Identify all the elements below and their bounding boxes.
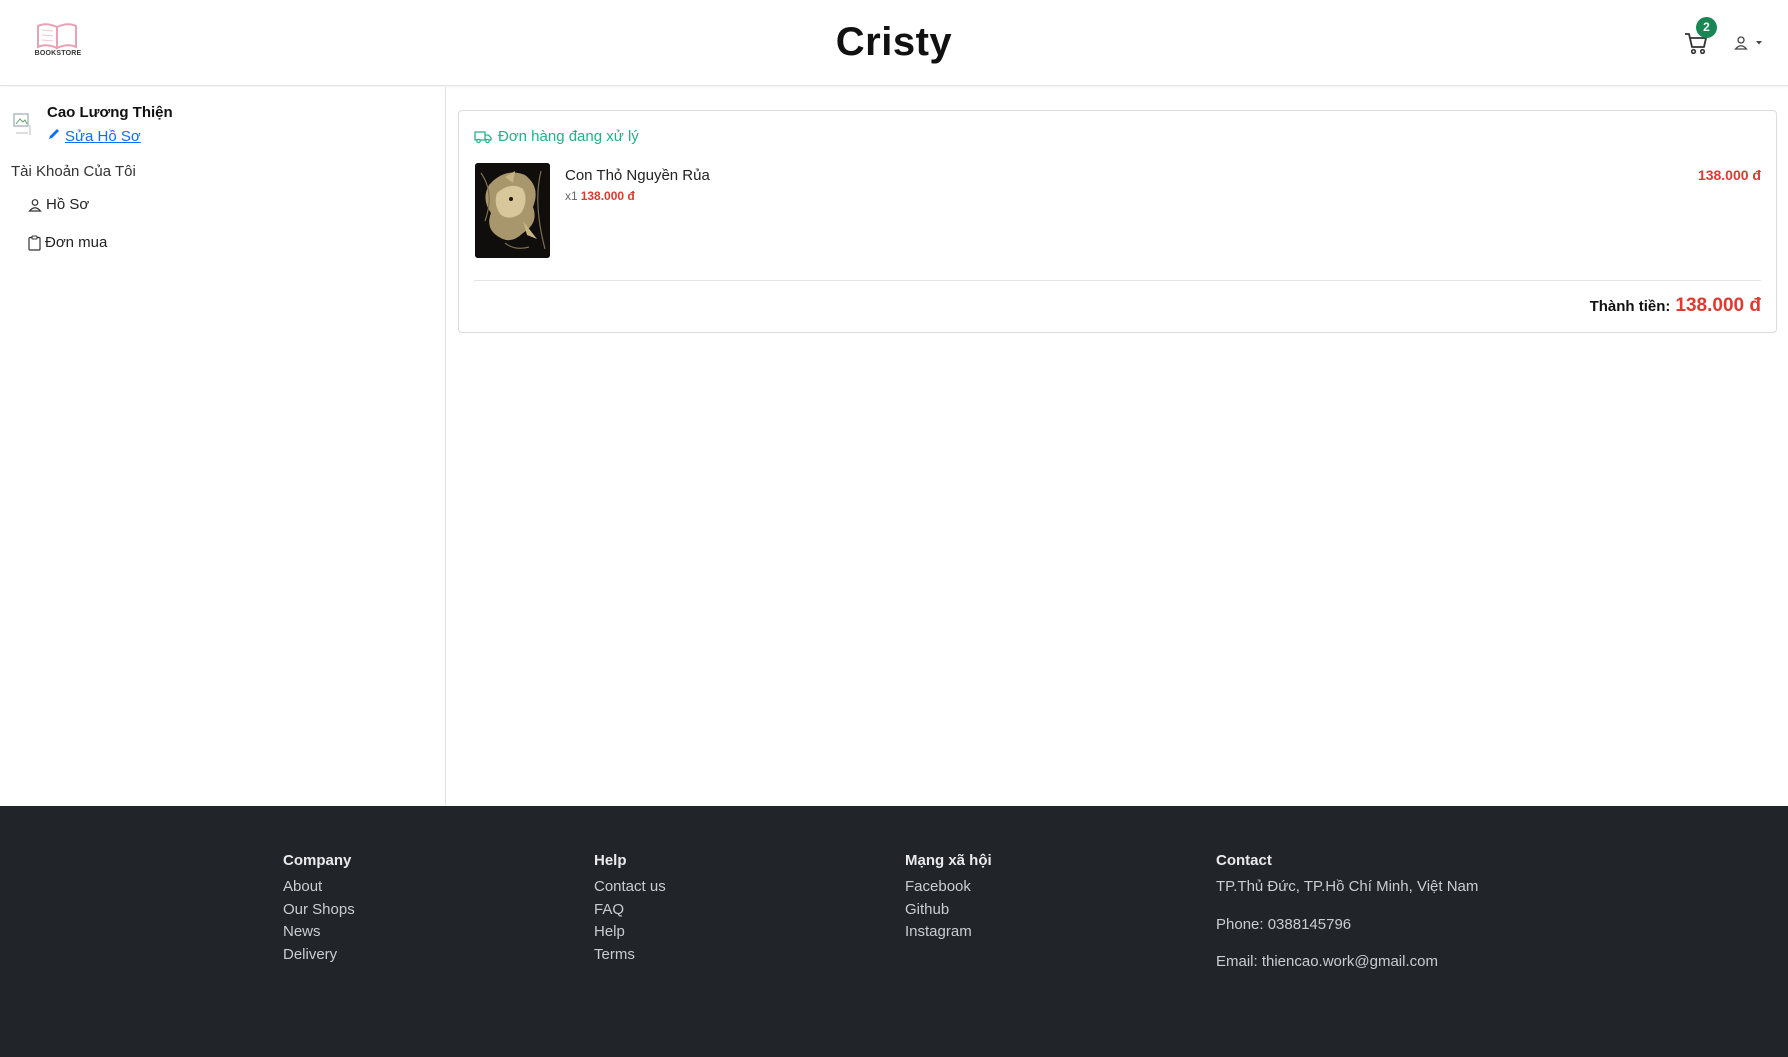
brand-text: Cristy [835, 20, 953, 64]
footer-link-terms[interactable]: Terms [594, 944, 666, 967]
book-cover-image[interactable] [475, 163, 550, 258]
footer-link-help[interactable]: Help [594, 921, 666, 944]
site-brand[interactable]: Cristy [0, 20, 1788, 65]
footer-link-contact-us[interactable]: Contact us [594, 876, 666, 899]
item-quantity-price: x1 138.000 đ [565, 189, 635, 203]
item-unit-price: 138.000 đ [580, 189, 635, 203]
order-total-label: Thành tiền: [1589, 298, 1671, 315]
account-sidebar: Cao Lương Thiện Sửa Hồ Sơ Tài Khoản Của … [0, 87, 446, 806]
order-total: Thành tiền: 138.000 đ [1590, 295, 1761, 317]
order-status: Đơn hàng đang xử lý [474, 128, 639, 145]
sidebar-item-label: Hồ Sơ [46, 196, 90, 213]
caret-down-icon [1756, 41, 1762, 45]
footer-company-column: Company About Our Shops News Delivery [283, 852, 355, 967]
footer-link-news[interactable]: News [283, 921, 355, 944]
truck-icon [474, 130, 492, 143]
item-quantity: x1 [565, 189, 578, 203]
user-dropdown-toggle[interactable] [1734, 34, 1766, 52]
footer-social-column: Mạng xã hội Facebook Github Instagram [905, 852, 992, 944]
account-section-title: Tài Khoản Của Tôi [11, 163, 136, 180]
footer-link-delivery[interactable]: Delivery [283, 944, 355, 967]
sidebar-item-profile[interactable]: Hồ Sơ [28, 196, 89, 213]
footer-contact-column: Contact TP.Thủ Đức, TP.Hồ Chí Minh, Việt… [1216, 852, 1478, 989]
sidebar-item-label: Đơn mua [45, 234, 108, 251]
divider [474, 280, 1761, 281]
footer-column-title: Contact [1216, 852, 1272, 869]
clipboard-icon [28, 234, 41, 251]
footer-link-faq[interactable]: FAQ [594, 899, 666, 922]
edit-profile-label: Sửa Hồ Sơ [65, 128, 141, 145]
user-name: Cao Lương Thiện [47, 104, 173, 121]
broken-image-icon [13, 113, 31, 135]
footer-column-title: Mạng xã hội [905, 852, 992, 869]
item-title[interactable]: Con Thỏ Nguyền Rủa [565, 167, 710, 184]
top-navbar: BOOKSTORE Cristy 2 [0, 0, 1788, 86]
contact-email: Email: thiencao.work@gmail.com [1216, 953, 1438, 971]
person-icon [28, 198, 42, 212]
contact-address: TP.Thủ Đức, TP.Hồ Chí Minh, Việt Nam [1216, 878, 1479, 895]
item-line-total: 138.000 đ [1697, 167, 1761, 183]
footer-link-facebook[interactable]: Facebook [905, 876, 992, 899]
contact-phone: Phone: 0388145796 [1216, 915, 1352, 933]
site-footer: Company About Our Shops News Delivery He… [0, 806, 1788, 1057]
footer-link-instagram[interactable]: Instagram [905, 921, 992, 944]
footer-column-title: Company [283, 852, 352, 869]
order-card: Đơn hàng đang xử lý Con Thỏ Nguyền Rủa x… [458, 110, 1777, 333]
footer-link-about[interactable]: About [283, 876, 355, 899]
footer-column-title: Help [594, 852, 627, 869]
pencil-icon [49, 129, 59, 139]
cart-count-badge: 2 [1696, 17, 1717, 38]
book-cover-art [475, 163, 550, 258]
sidebar-item-orders[interactable]: Đơn mua [28, 234, 107, 251]
order-status-label: Đơn hàng đang xử lý [498, 128, 639, 145]
footer-help-column: Help Contact us FAQ Help Terms [594, 852, 666, 967]
avatar [12, 111, 38, 137]
order-total-value: 138.000 đ [1675, 295, 1761, 316]
footer-link-github[interactable]: Github [905, 899, 992, 922]
footer-link-our-shops[interactable]: Our Shops [283, 899, 355, 922]
edit-profile-link[interactable]: Sửa Hồ Sơ [47, 127, 141, 145]
user-icon [1734, 36, 1762, 50]
